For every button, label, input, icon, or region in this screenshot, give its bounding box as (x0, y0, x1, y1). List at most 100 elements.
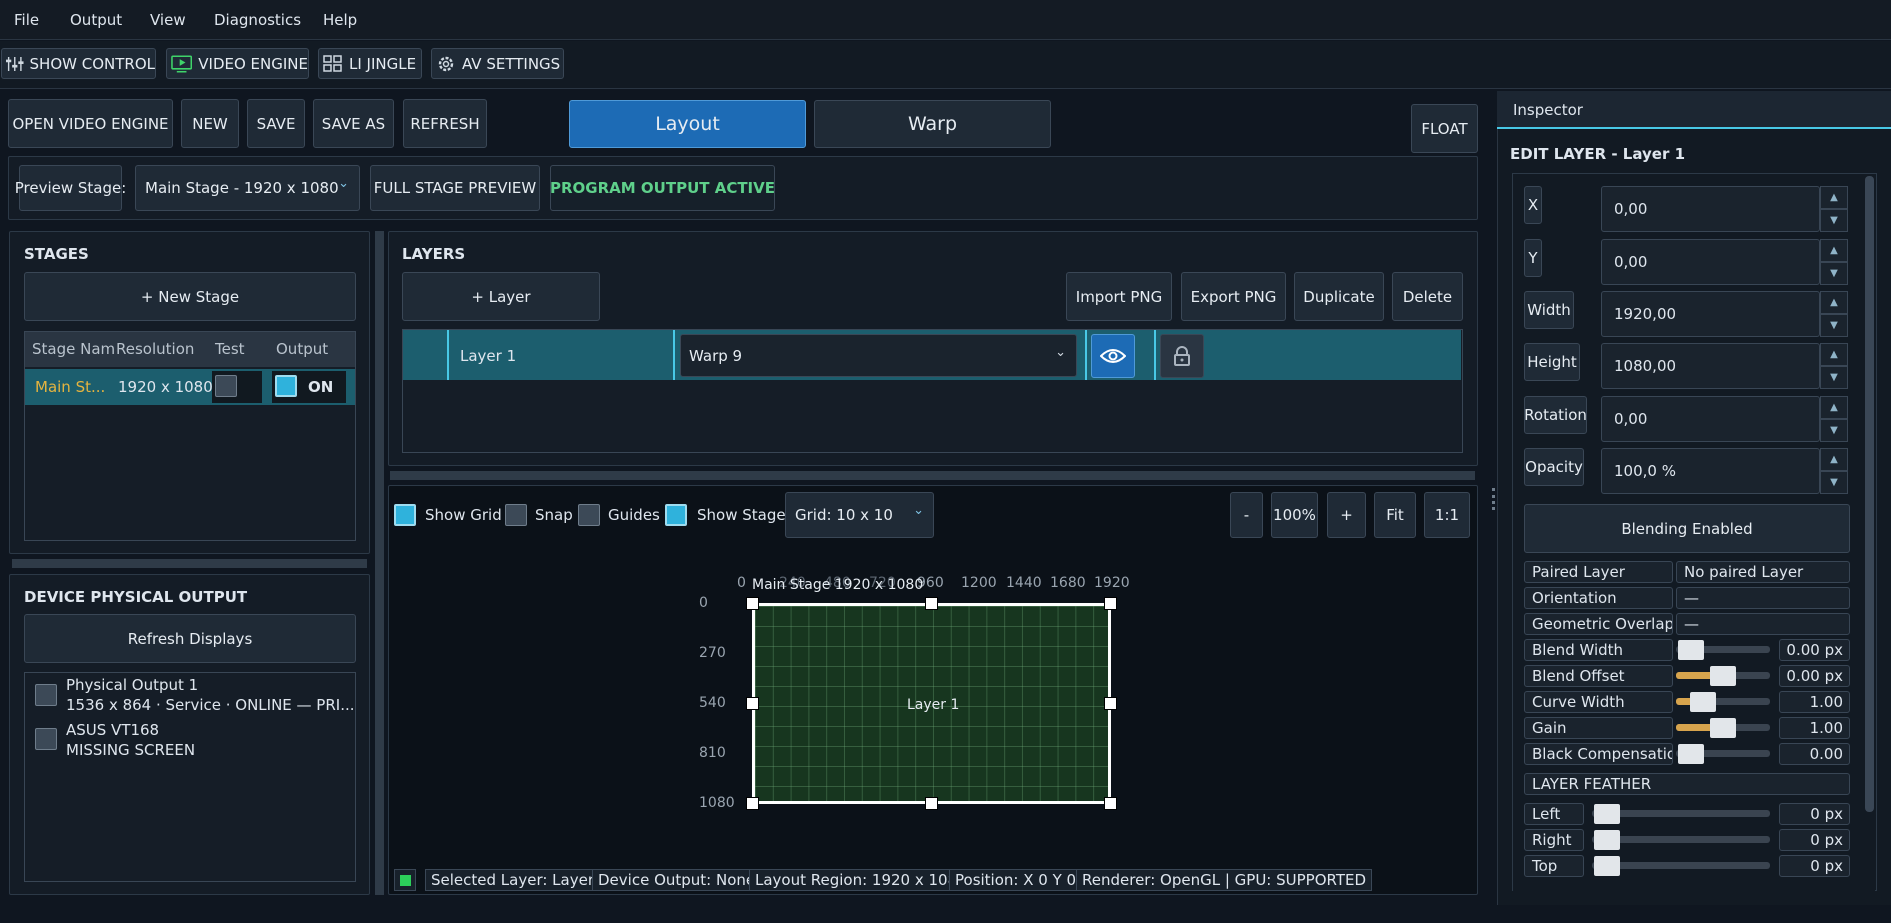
resize-handle-mr[interactable] (1104, 697, 1117, 710)
prop-y-spinner[interactable]: ▲ ▼ (1820, 239, 1848, 285)
tab-video-engine[interactable]: VIDEO ENGINE (166, 48, 309, 79)
prop-x-input[interactable]: 0,00 (1601, 186, 1820, 232)
open-video-engine-button[interactable]: OPEN VIDEO ENGINE (8, 99, 173, 148)
y-tick: 540 (699, 695, 726, 711)
export-png-button[interactable]: Export PNG (1181, 272, 1286, 321)
save-as-button[interactable]: SAVE AS (313, 99, 394, 148)
column-test[interactable]: Test (215, 340, 245, 358)
column-resolution[interactable]: Resolution (116, 340, 194, 358)
stage-test-checkbox[interactable] (215, 375, 237, 397)
prop-rotation-input[interactable]: 0,00 (1601, 396, 1820, 442)
new-stage-button[interactable]: + New Stage (24, 272, 356, 321)
menu-help[interactable]: Help (323, 11, 357, 29)
gain-value[interactable]: 1.00 (1779, 717, 1850, 739)
full-stage-preview-button[interactable]: FULL STAGE PREVIEW (370, 165, 540, 211)
menu-view[interactable]: View (150, 11, 186, 29)
feather-top-knob[interactable] (1594, 856, 1620, 876)
prop-height-input[interactable]: 1080,00 (1601, 343, 1820, 389)
device-1-checkbox[interactable] (35, 684, 57, 706)
prop-width-input[interactable]: 1920,00 (1601, 291, 1820, 337)
refresh-displays-button[interactable]: Refresh Displays (24, 614, 356, 663)
layers-splitter[interactable] (390, 471, 1475, 480)
add-layer-button[interactable]: + Layer (402, 272, 600, 321)
refresh-button[interactable]: REFRESH (403, 99, 487, 148)
duplicate-button[interactable]: Duplicate (1294, 272, 1384, 321)
prop-height-spinner[interactable]: ▲ ▼ (1820, 343, 1848, 389)
layer-visibility-button[interactable] (1091, 334, 1135, 378)
stage-output-checkbox[interactable] (275, 375, 297, 397)
preview-stage-select[interactable]: Main Stage - 1920 x 1080 ⌄ (135, 165, 360, 211)
feather-top-value[interactable]: 0 px (1779, 855, 1850, 877)
feather-right-value[interactable]: 0 px (1779, 829, 1850, 851)
blending-enabled-button[interactable]: Blending Enabled (1524, 504, 1850, 553)
layer-warp-select[interactable]: Warp 9 ⌄ (680, 334, 1077, 377)
lock-icon (1174, 346, 1190, 366)
curve-width-knob[interactable] (1690, 692, 1716, 712)
delete-button[interactable]: Delete (1392, 272, 1463, 321)
zoom-out-button[interactable]: - (1230, 492, 1263, 538)
y-tick: 0 (699, 595, 708, 611)
zoom-in-button[interactable]: + (1327, 492, 1366, 538)
gain-knob[interactable] (1710, 718, 1736, 738)
layer-row-name: Layer 1 (460, 347, 517, 365)
mode-warp-button[interactable]: Warp (814, 100, 1051, 148)
menu-file[interactable]: File (14, 11, 39, 29)
fit-button[interactable]: Fit (1374, 492, 1416, 538)
curve-width-value[interactable]: 1.00 (1779, 691, 1850, 713)
prop-rotation-label: Rotation (1524, 396, 1587, 434)
tab-li-jingle[interactable]: LI JINGLE (318, 48, 422, 79)
feather-top-label: Top (1524, 855, 1584, 877)
grid-select[interactable]: Grid: 10 x 10 ⌄ (785, 492, 934, 538)
menu-output[interactable]: Output (70, 11, 122, 29)
menu-diagnostics[interactable]: Diagnostics (214, 11, 301, 29)
guides-checkbox[interactable] (578, 504, 600, 526)
blend-width-value[interactable]: 0.00 px (1779, 639, 1850, 661)
tab-show-control[interactable]: SHOW CONTROL (1, 48, 156, 79)
resize-handle-ml[interactable] (746, 697, 759, 710)
resize-handle-br[interactable] (1104, 797, 1117, 810)
column-output[interactable]: Output (276, 340, 328, 358)
left-splitter[interactable] (375, 231, 384, 895)
resize-handle-tl[interactable] (746, 597, 759, 610)
inspector-splitter[interactable] (1492, 488, 1495, 510)
prop-y-input[interactable]: 0,00 (1601, 239, 1820, 285)
resize-handle-tc[interactable] (925, 597, 938, 610)
snap-checkbox[interactable] (505, 504, 527, 526)
save-button[interactable]: SAVE (247, 99, 305, 148)
new-button[interactable]: NEW (181, 99, 239, 148)
feather-right-knob[interactable] (1594, 830, 1620, 850)
device-2-checkbox[interactable] (35, 728, 57, 750)
show-grid-checkbox[interactable] (394, 504, 416, 526)
prop-opacity-input[interactable]: 100,0 % (1601, 448, 1820, 494)
prop-height-label: Height (1524, 343, 1580, 381)
prop-opacity-spinner[interactable]: ▲ ▼ (1820, 448, 1848, 494)
show-stage-checkbox[interactable] (665, 504, 687, 526)
layer-label: Layer 1 (907, 697, 960, 713)
blend-offset-knob[interactable] (1710, 666, 1736, 686)
geometric-overlap-value: — (1676, 613, 1850, 635)
feather-left-value[interactable]: 0 px (1779, 803, 1850, 825)
blend-width-knob[interactable] (1678, 640, 1704, 660)
tab-av-settings[interactable]: AV SETTINGS (431, 48, 564, 79)
resize-handle-bl[interactable] (746, 797, 759, 810)
import-png-button[interactable]: Import PNG (1066, 272, 1172, 321)
resize-handle-tr[interactable] (1104, 597, 1117, 610)
resize-handle-bc[interactable] (925, 797, 938, 810)
chevron-down-icon: ⌄ (913, 503, 924, 518)
x-tick: 1920 (1094, 575, 1130, 591)
feather-left-knob[interactable] (1594, 804, 1620, 824)
black-compensation-value[interactable]: 0.00 (1779, 743, 1850, 765)
orientation-value: — (1676, 587, 1850, 609)
layer-lock-button[interactable] (1160, 334, 1204, 378)
prop-width-spinner[interactable]: ▲ ▼ (1820, 291, 1848, 337)
blend-offset-value[interactable]: 0.00 px (1779, 665, 1850, 687)
prop-x-spinner[interactable]: ▲ ▼ (1820, 186, 1848, 232)
float-button[interactable]: FLOAT (1411, 104, 1478, 153)
inspector-scrollbar[interactable] (1865, 176, 1874, 812)
column-stage-name[interactable]: Stage Nam (32, 340, 115, 358)
black-compensation-knob[interactable] (1678, 744, 1704, 764)
mode-layout-button[interactable]: Layout (569, 100, 806, 148)
one-to-one-button[interactable]: 1:1 (1424, 492, 1470, 538)
prop-rotation-spinner[interactable]: ▲ ▼ (1820, 396, 1848, 442)
stages-splitter[interactable] (12, 559, 367, 568)
